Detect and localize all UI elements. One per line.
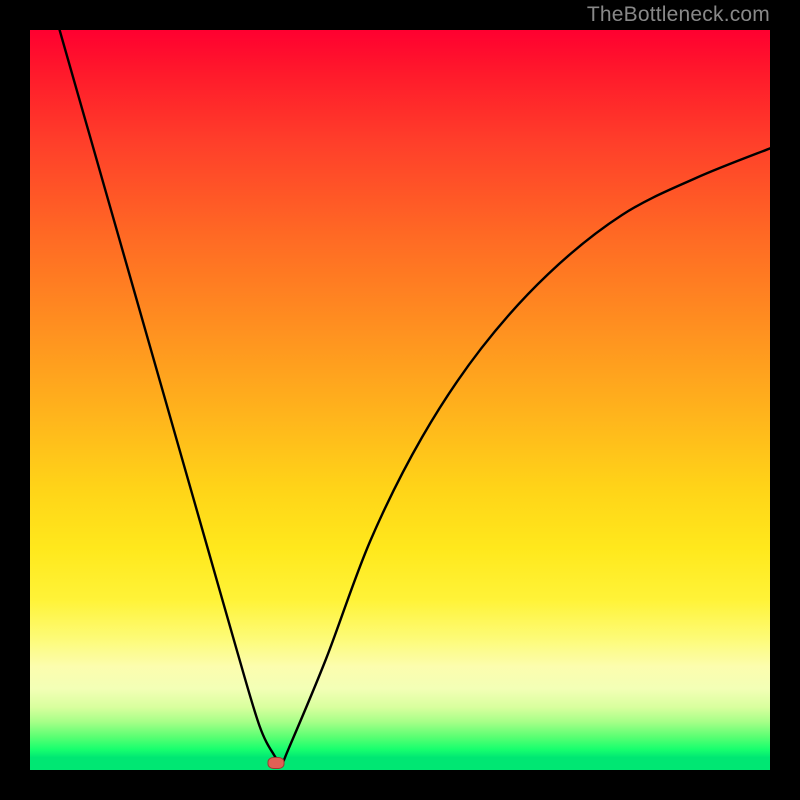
plot-area bbox=[30, 30, 770, 770]
chart-frame: TheBottleneck.com bbox=[0, 0, 800, 800]
min-point-marker bbox=[268, 757, 285, 769]
bottleneck-curve bbox=[30, 30, 770, 770]
watermark-text: TheBottleneck.com bbox=[587, 3, 770, 27]
